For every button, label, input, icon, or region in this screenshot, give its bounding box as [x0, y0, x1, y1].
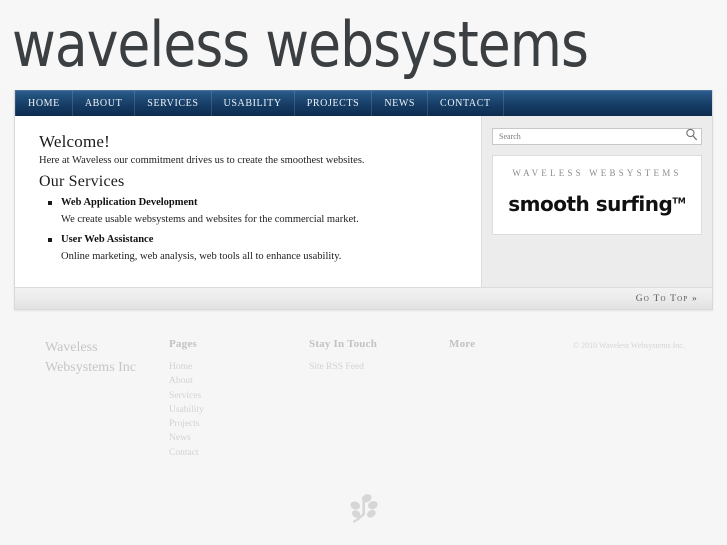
- service-title: Web Application Development: [48, 195, 461, 210]
- footer-link[interactable]: About: [169, 374, 309, 388]
- leaf-icon: [349, 492, 379, 531]
- welcome-heading: Welcome!: [39, 132, 111, 151]
- footer-link[interactable]: Usability: [169, 403, 309, 417]
- footer-link[interactable]: Contact: [169, 446, 309, 460]
- intro-paragraph: Here at Waveless our commitment drives u…: [39, 155, 365, 166]
- service-description: Online marketing, web analysis, web tool…: [61, 251, 342, 262]
- footer-link[interactable]: Projects: [169, 417, 309, 431]
- go-to-top-bar: Go To Top »: [15, 287, 712, 309]
- nav-item-services[interactable]: Services: [135, 91, 212, 116]
- promo-headline: smooth surfingTM: [508, 192, 686, 216]
- promo-widget: WAVELESS WEBSYSTEMS smooth surfingTM: [492, 155, 702, 235]
- footer-column-pages: Pages Home About Services Usability Projects N…: [169, 338, 309, 460]
- footer-link[interactable]: Site RSS Feed: [309, 360, 449, 374]
- footer-column-more: More: [449, 338, 573, 460]
- leaf-mark: [0, 492, 727, 531]
- footer-brand: Waveless Websystems Inc: [45, 340, 137, 375]
- sidebar: WAVELESS WEBSYSTEMS smooth surfingTM: [482, 116, 712, 287]
- service-item: Web Application Development We create usa…: [48, 195, 461, 227]
- promo-trademark: TM: [672, 196, 686, 206]
- body-columns: Welcome! Here at Waveless our commitment…: [15, 116, 712, 287]
- main-content: Welcome! Here at Waveless our commitment…: [15, 116, 482, 287]
- search-box: [492, 126, 702, 145]
- footer-link[interactable]: Home: [169, 360, 309, 374]
- go-to-top-link[interactable]: Go To Top »: [636, 294, 698, 304]
- nav-item-usability[interactable]: Usability: [212, 91, 295, 116]
- page-root: waveless websystems Home About Services Usa…: [0, 0, 727, 545]
- nav-item-contact[interactable]: Contact: [428, 91, 504, 116]
- service-item: User Web Assistance Online marketing, web…: [48, 232, 461, 264]
- site-footer: Waveless Websystems Inc Pages Home About Se…: [0, 338, 727, 460]
- footer-copyright: © 2010 Waveless Websystems Inc.: [573, 341, 685, 350]
- nav-item-about[interactable]: About: [73, 91, 136, 116]
- service-title: User Web Assistance: [48, 232, 461, 247]
- services-heading: Our Services: [39, 173, 125, 190]
- main-container: Home About Services Usability Projects News Co…: [14, 90, 713, 310]
- services-list: Web Application Development We create usa…: [39, 195, 461, 264]
- search-input[interactable]: [492, 128, 702, 145]
- footer-column-stay-in-touch: Stay In Touch Site RSS Feed: [309, 338, 449, 460]
- promo-headline-text: smooth surfing: [508, 192, 673, 216]
- site-logo[interactable]: waveless websystems: [12, 14, 589, 76]
- footer-column-heading: Pages: [169, 338, 197, 350]
- primary-navigation: Home About Services Usability Projects News Co…: [15, 90, 712, 116]
- footer-link[interactable]: News: [169, 431, 309, 445]
- nav-item-news[interactable]: News: [372, 91, 429, 116]
- nav-item-home[interactable]: Home: [15, 91, 73, 116]
- site-header: waveless websystems: [0, 0, 727, 90]
- footer-link[interactable]: Services: [169, 389, 309, 403]
- footer-column-heading: Stay In Touch: [309, 338, 378, 350]
- footer-column-heading: More: [449, 338, 476, 350]
- service-description: We create usable websystems and websites…: [61, 214, 359, 225]
- promo-kicker: WAVELESS WEBSYSTEMS: [512, 168, 682, 178]
- nav-item-projects[interactable]: Projects: [295, 91, 373, 116]
